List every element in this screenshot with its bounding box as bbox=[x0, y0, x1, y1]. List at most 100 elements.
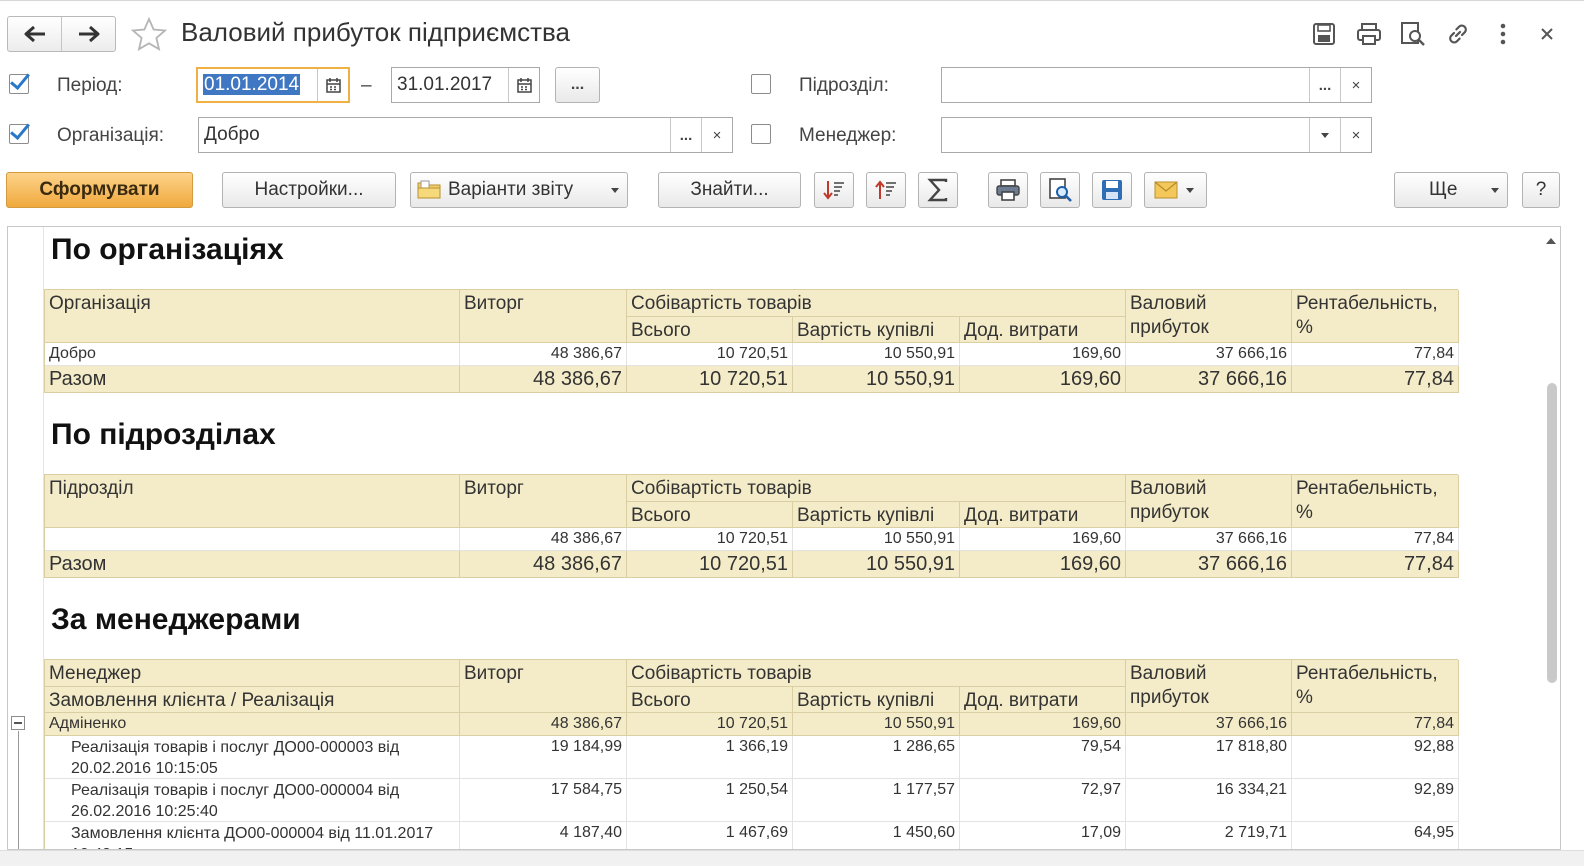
department-field[interactable]: ... × bbox=[941, 67, 1372, 103]
table-cell[interactable]: 17 818,80 bbox=[1126, 736, 1292, 779]
manager-field[interactable]: × bbox=[941, 117, 1372, 153]
sigma-icon bbox=[927, 178, 948, 202]
column-header: Собівартість товарів bbox=[627, 660, 1126, 687]
sum-button[interactable] bbox=[918, 172, 958, 208]
date-from-calendar-button[interactable] bbox=[317, 69, 348, 101]
table-cell[interactable]: 2 719,71 bbox=[1126, 822, 1292, 849]
favorite-button[interactable] bbox=[130, 16, 168, 56]
report-variants-button[interactable]: Варіанти звіту bbox=[410, 172, 628, 208]
forward-button[interactable] bbox=[61, 17, 115, 51]
table-cell[interactable]: 1 177,57 bbox=[793, 779, 960, 822]
save-window-button[interactable] bbox=[1310, 20, 1338, 48]
report-area[interactable]: По організаціях Організація Виторг Собів… bbox=[7, 226, 1561, 850]
more-button[interactable]: Ще bbox=[1394, 172, 1508, 208]
table-cell[interactable]: 77,84 bbox=[1292, 528, 1459, 551]
department-select-button[interactable]: ... bbox=[1309, 68, 1340, 102]
scrollbar-thumb[interactable] bbox=[1547, 383, 1557, 683]
sort-descending-button[interactable] bbox=[814, 172, 854, 208]
table-cell[interactable]: 169,60 bbox=[960, 343, 1126, 366]
collapse-group-toggle[interactable] bbox=[11, 716, 25, 730]
organization-checkbox[interactable] bbox=[9, 124, 29, 144]
table-cell[interactable]: 37 666,16 bbox=[1126, 343, 1292, 366]
table-cell[interactable]: 10 550,91 bbox=[793, 343, 960, 366]
table-cell[interactable]: 1 467,69 bbox=[627, 822, 793, 849]
organization-clear-button[interactable]: × bbox=[701, 118, 732, 152]
vertical-scrollbar[interactable] bbox=[1542, 227, 1560, 849]
table-cell[interactable]: 48 386,67 bbox=[460, 713, 627, 736]
table-cell[interactable]: 1 450,60 bbox=[793, 822, 960, 849]
folder-icon bbox=[417, 180, 441, 199]
table-cell[interactable]: 16 334,21 bbox=[1126, 779, 1292, 822]
table-cell[interactable]: 10 550,91 bbox=[793, 713, 960, 736]
period-checkbox[interactable] bbox=[9, 74, 29, 94]
table-row-label[interactable]: Добро bbox=[45, 343, 460, 366]
organization-select-button[interactable]: ... bbox=[670, 118, 701, 152]
table-cell[interactable]: 48 386,67 bbox=[460, 528, 627, 551]
print-preview-button[interactable] bbox=[1040, 172, 1080, 208]
department-clear-button[interactable]: × bbox=[1340, 68, 1371, 102]
date-from-field[interactable]: 01.01.2014 bbox=[196, 67, 350, 103]
link-button[interactable] bbox=[1444, 20, 1472, 48]
column-header: Вартість купівлі bbox=[793, 502, 960, 528]
horizontal-scrollbar[interactable] bbox=[0, 850, 1584, 866]
table-cell[interactable]: 10 720,51 bbox=[627, 528, 793, 551]
column-header: Менеджер bbox=[45, 660, 460, 687]
find-button[interactable]: Знайти... bbox=[658, 172, 801, 208]
table-cell[interactable]: 19 184,99 bbox=[460, 736, 627, 779]
column-header: Всього bbox=[627, 687, 793, 713]
more-actions-button[interactable] bbox=[1489, 20, 1517, 48]
table-cell[interactable]: 37 666,16 bbox=[1126, 713, 1292, 736]
department-table: Підрозділ Виторг Собівартість товарів Вс… bbox=[44, 474, 1459, 578]
group-row-label[interactable]: Адміненко bbox=[45, 713, 460, 736]
table-cell[interactable]: 169,60 bbox=[960, 528, 1126, 551]
manager-dropdown-button[interactable] bbox=[1309, 118, 1340, 152]
table-cell[interactable]: 77,84 bbox=[1292, 713, 1459, 736]
date-to-calendar-button[interactable] bbox=[508, 68, 539, 102]
organization-field[interactable]: Добро ... × bbox=[198, 117, 733, 153]
department-checkbox[interactable] bbox=[751, 74, 771, 94]
table-cell[interactable]: 92,88 bbox=[1292, 736, 1459, 779]
save-report-button[interactable] bbox=[1092, 172, 1132, 208]
detail-row-label[interactable]: Замовлення клієнта ДО00-000004 від 11.01… bbox=[45, 822, 460, 849]
table-cell[interactable]: 1 286,65 bbox=[793, 736, 960, 779]
period-select-button[interactable]: ... bbox=[555, 67, 600, 103]
preview-window-button[interactable] bbox=[1399, 20, 1427, 48]
detail-row-label[interactable]: Реалізація товарів і послуг ДО00-000003 … bbox=[45, 736, 460, 779]
table-cell[interactable]: 1 250,54 bbox=[627, 779, 793, 822]
table-cell[interactable]: 92,89 bbox=[1292, 779, 1459, 822]
arrow-right-icon bbox=[78, 25, 99, 43]
table-cell[interactable]: 72,97 bbox=[960, 779, 1126, 822]
table-cell[interactable]: 10 550,91 bbox=[793, 528, 960, 551]
table-cell[interactable]: 64,95 bbox=[1292, 822, 1459, 849]
table-cell[interactable]: 79,54 bbox=[960, 736, 1126, 779]
settings-button[interactable]: Настройки... bbox=[222, 172, 396, 208]
total-cell: 48 386,67 bbox=[460, 366, 627, 393]
close-icon bbox=[1541, 28, 1553, 40]
table-cell[interactable]: 48 386,67 bbox=[460, 343, 627, 366]
print-window-button[interactable] bbox=[1355, 20, 1383, 48]
table-cell[interactable]: 37 666,16 bbox=[1126, 528, 1292, 551]
table-cell[interactable]: 10 720,51 bbox=[627, 343, 793, 366]
help-button[interactable]: ? bbox=[1522, 172, 1560, 208]
manager-clear-button[interactable]: × bbox=[1340, 118, 1371, 152]
date-to-field[interactable]: 31.01.2017 bbox=[391, 67, 540, 103]
detail-row-label[interactable]: Реалізація товарів і послуг ДО00-000004 … bbox=[45, 779, 460, 822]
back-button[interactable] bbox=[8, 17, 61, 51]
scroll-up-icon[interactable] bbox=[1546, 237, 1556, 245]
table-cell[interactable]: 77,84 bbox=[1292, 343, 1459, 366]
table-cell[interactable]: 17,09 bbox=[960, 822, 1126, 849]
table-cell[interactable]: 10 720,51 bbox=[627, 713, 793, 736]
column-header: Всього bbox=[627, 502, 793, 528]
sort-ascending-button[interactable] bbox=[866, 172, 906, 208]
total-cell: 10 550,91 bbox=[793, 366, 960, 393]
print-button[interactable] bbox=[988, 172, 1028, 208]
send-email-button[interactable] bbox=[1144, 172, 1207, 208]
table-cell[interactable]: 4 187,40 bbox=[460, 822, 627, 849]
table-cell[interactable]: 17 584,75 bbox=[460, 779, 627, 822]
table-cell[interactable]: 1 366,19 bbox=[627, 736, 793, 779]
close-window-button[interactable] bbox=[1533, 20, 1561, 48]
table-cell[interactable]: 169,60 bbox=[960, 713, 1126, 736]
generate-report-button[interactable]: Сформувати bbox=[6, 172, 193, 208]
manager-checkbox[interactable] bbox=[751, 124, 771, 144]
table-row-label[interactable] bbox=[45, 528, 460, 551]
